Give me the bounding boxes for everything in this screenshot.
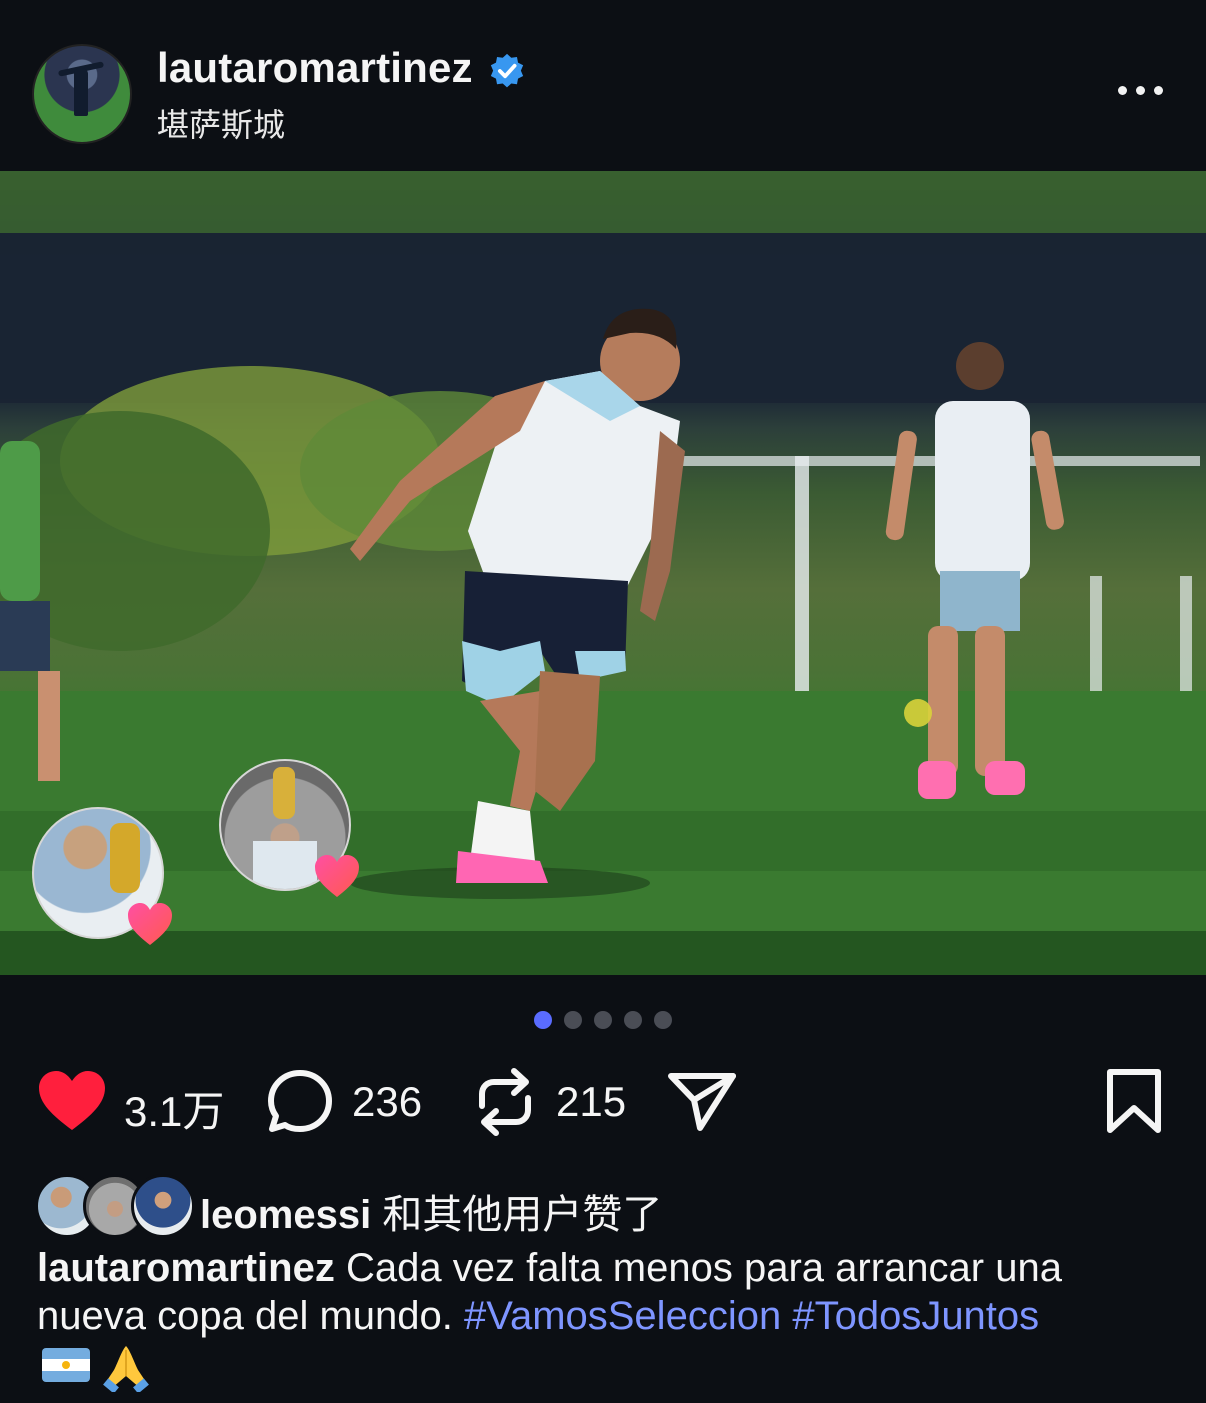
liked-by-username[interactable]: leomessi <box>200 1193 371 1237</box>
carousel-dot-4[interactable] <box>624 1011 642 1029</box>
liked-by-text: leomessi 和其他用户赞了 <box>200 1182 662 1240</box>
carousel-dot-1[interactable] <box>534 1011 552 1029</box>
author-avatar[interactable] <box>32 44 132 144</box>
verified-badge-icon <box>490 53 524 88</box>
liked-by-suffix: 和其他用户赞了 <box>382 1192 663 1238</box>
post-location[interactable]: 堪萨斯城 <box>157 100 285 146</box>
send-icon[interactable] <box>666 1068 738 1134</box>
comments-count[interactable]: 236 <box>352 1078 422 1126</box>
likes-count[interactable]: 3.1万 <box>124 1078 224 1139</box>
post-caption: lautaromartinez Cada vez falta menos par… <box>37 1244 1177 1340</box>
author-username[interactable]: lautaromartinez <box>157 44 473 92</box>
more-options-icon[interactable] <box>1110 72 1170 108</box>
post-photo[interactable] <box>0 171 1206 975</box>
carousel-dot-2[interactable] <box>564 1011 582 1029</box>
post-header: lautaromartinez 堪萨斯城 <box>0 0 1206 170</box>
comment-bubble-icon[interactable] <box>266 1068 334 1136</box>
carousel-dot-5[interactable] <box>654 1011 672 1029</box>
carousel-dot-3[interactable] <box>594 1011 612 1029</box>
folded-hands-icon <box>103 1346 149 1392</box>
reposts-count[interactable]: 215 <box>556 1078 626 1126</box>
caption-username[interactable]: lautaromartinez <box>37 1246 335 1290</box>
hashtag-link[interactable]: #VamosSeleccion <box>464 1294 781 1338</box>
hashtag-link[interactable]: #TodosJuntos <box>792 1294 1039 1338</box>
reaction-heart-icon <box>128 903 172 945</box>
liked-by-row[interactable]: leomessi 和其他用户赞了 <box>0 1170 1206 1240</box>
bookmark-icon[interactable] <box>1104 1068 1164 1134</box>
action-bar: 3.1万 236 215 <box>0 1060 1206 1150</box>
repost-icon[interactable] <box>474 1066 536 1138</box>
heart-icon[interactable] <box>36 1068 108 1134</box>
liker-avatar-3 <box>131 1174 195 1238</box>
argentina-flag-icon <box>42 1348 90 1382</box>
reaction-heart-icon <box>315 855 359 897</box>
